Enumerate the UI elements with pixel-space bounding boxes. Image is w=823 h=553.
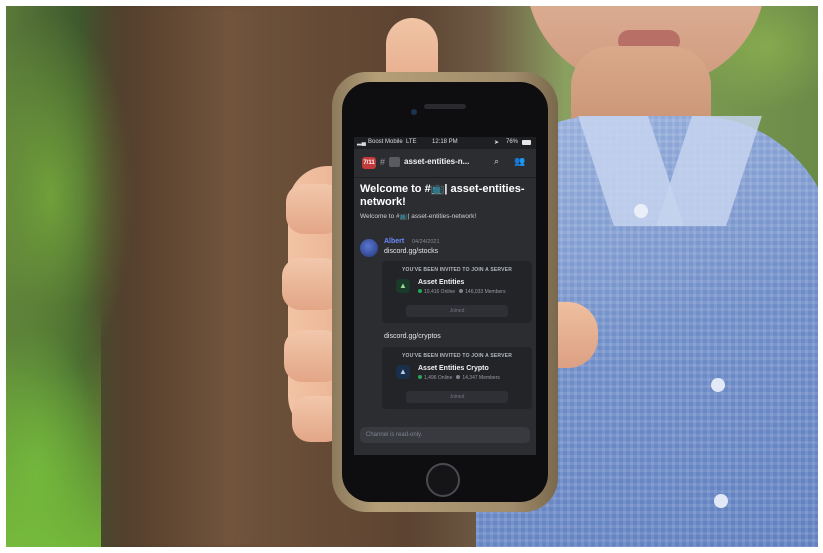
online-dot-icon <box>418 289 422 293</box>
invite-card: YOU'VE BEEN INVITED TO JOIN A SERVER ▲ A… <box>382 347 532 409</box>
clock: 12:18 PM <box>432 139 458 145</box>
invite-card: YOU'VE BEEN INVITED TO JOIN A SERVER ▲ A… <box>382 261 532 323</box>
photo-scene: ▂▄ Boost Mobile LTE 12:18 PM ➤ 76% 7/11 … <box>6 6 818 547</box>
discord-screen: ▂▄ Boost Mobile LTE 12:18 PM ➤ 76% 7/11 … <box>354 137 536 455</box>
joined-button[interactable]: Joined <box>406 391 508 403</box>
message-date: 04/24/2021 <box>412 239 440 245</box>
welcome-title: Welcome to #📺| asset-entities-network! <box>360 183 525 208</box>
grass-background <box>6 306 101 547</box>
server-icon: ▲ <box>396 365 410 379</box>
status-bar: ▂▄ Boost Mobile LTE 12:18 PM ➤ 76% <box>354 137 536 149</box>
server-stats: 10,416 Online 146,033 Members <box>418 289 505 295</box>
earpiece-speaker <box>424 104 466 109</box>
message-author[interactable]: Albert <box>384 238 404 245</box>
channel-name: asset-entities-n... <box>404 157 470 166</box>
welcome-subtitle: Welcome to #📺| asset-entities-network! <box>360 213 477 220</box>
channel-header: 7/11 # asset-entities-n... ⌕ 👥 <box>354 149 536 178</box>
server-name: Asset Entities <box>418 279 465 286</box>
signal-icon: ▂▄ <box>357 140 366 146</box>
location-icon: ➤ <box>494 140 500 146</box>
shirt-button <box>711 378 725 392</box>
home-button[interactable] <box>426 463 460 497</box>
shirt-button <box>714 494 728 508</box>
invite-header: YOU'VE BEEN INVITED TO JOIN A SERVER <box>401 267 513 273</box>
battery-percent: 76% <box>506 139 519 145</box>
smartphone: ▂▄ Boost Mobile LTE 12:18 PM ➤ 76% 7/11 … <box>342 82 548 502</box>
members-icon[interactable]: 👥 <box>514 156 525 167</box>
member-count: 14,347 Members <box>462 375 500 381</box>
message-input[interactable]: Channel is read-only. <box>360 427 530 443</box>
member-count: 146,033 Members <box>465 289 506 295</box>
server-badge[interactable]: 7/11 <box>362 157 376 169</box>
members-dot-icon <box>456 375 461 379</box>
invite-header: YOU'VE BEEN INVITED TO JOIN A SERVER <box>401 353 513 359</box>
joined-button[interactable]: Joined <box>406 305 508 317</box>
avatar[interactable] <box>360 239 378 257</box>
tv-emoji-icon <box>389 157 400 167</box>
shirt-button <box>634 204 648 218</box>
front-camera <box>411 109 417 115</box>
carrier-label: Boost Mobile <box>368 139 403 145</box>
online-count: 10,416 Online <box>424 289 456 295</box>
message-text[interactable]: discord.gg/cryptos <box>384 333 441 340</box>
battery-icon <box>522 140 531 145</box>
server-stats: 1,496 Online 14,347 Members <box>418 375 500 381</box>
search-icon[interactable]: ⌕ <box>494 156 499 167</box>
network-label: LTE <box>406 139 417 145</box>
server-icon: ▲ <box>396 279 410 293</box>
hash-icon: # <box>380 157 386 167</box>
online-dot-icon <box>418 375 422 379</box>
server-name: Asset Entities Crypto <box>418 365 489 372</box>
message-text[interactable]: discord.gg/stocks <box>384 248 438 255</box>
online-count: 1,496 Online <box>424 375 453 381</box>
members-dot-icon <box>459 289 464 293</box>
